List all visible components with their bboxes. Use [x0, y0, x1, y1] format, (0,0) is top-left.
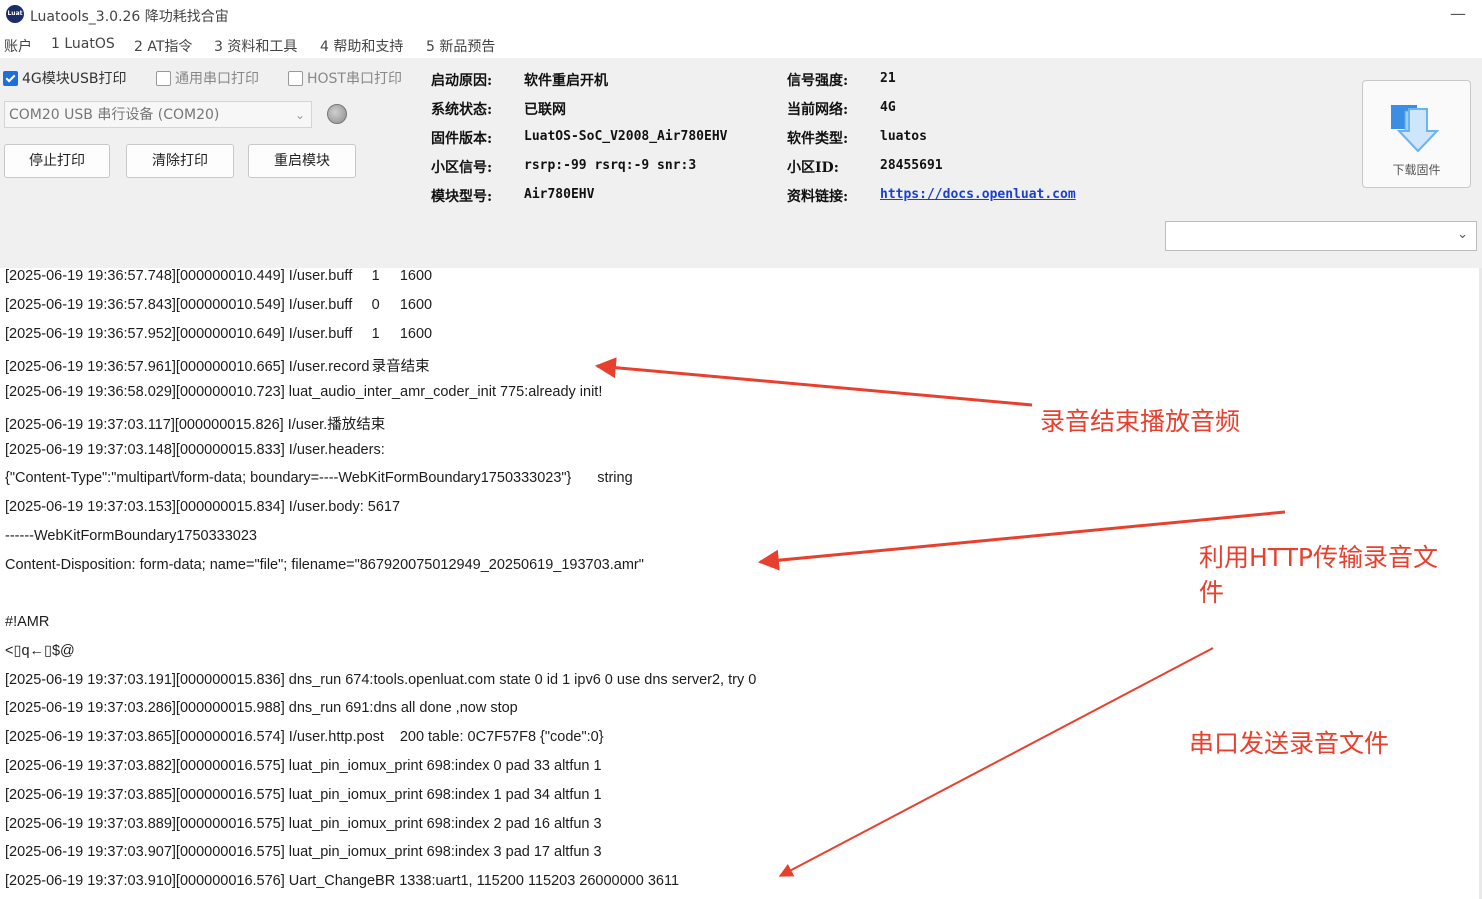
uart-print-checkbox[interactable]: 通用串口打印 [156, 68, 259, 88]
download-arrow-icon [1391, 105, 1440, 153]
chevron-down-icon: ⌄ [294, 108, 305, 122]
log-output[interactable]: [2025-06-19 19:36:57.748][000000010.449]… [0, 268, 1482, 899]
menu-at-commands[interactable]: 2 AT指令 [134, 36, 192, 56]
log-line: [2025-06-19 19:37:03.148][000000015.833]… [5, 442, 385, 458]
firmware-value: LuatOS-SoC_V2008_Air780EHV [524, 129, 728, 144]
log-line: [2025-06-19 19:37:03.910][000000016.576]… [5, 873, 680, 889]
app-logo: Luat [6, 5, 24, 23]
menu-resources-tools[interactable]: 3 资料和工具 [214, 36, 297, 56]
log-line: {"Content-Type":"multipart\/form-data; b… [5, 470, 633, 486]
software-type-value: luatos [880, 129, 927, 144]
annotation-uart-send: 串口发送录音文件 [1189, 729, 1390, 758]
checkbox-unchecked-icon [288, 70, 303, 86]
window-title: Luatools_3.0.26 降功耗找合宙 [30, 9, 229, 25]
log-line: ------WebKitFormBoundary1750333023 [5, 528, 257, 544]
module-model-value: Air780EHV [524, 187, 595, 202]
log-line: [2025-06-19 19:36:57.843][000000010.549]… [5, 297, 433, 313]
system-status-value: 已联网 [524, 102, 566, 118]
com-port-value: COM20 USB 串行设备 (COM20) [9, 107, 220, 123]
uart-print-label: 通用串口打印 [175, 71, 259, 87]
checkbox-checked-icon [3, 70, 18, 86]
annotation-http-upload-line1: 利用HTTP传输录音文 [1199, 543, 1438, 572]
cell-id-label: 小区ID: [787, 160, 839, 176]
log-line: [2025-06-19 19:36:57.748][000000010.449]… [5, 268, 433, 284]
minimize-button[interactable]: — [1450, 4, 1466, 23]
menu-bar: 账户 1 LuatOS 2 AT指令 3 资料和工具 4 帮助和支持 5 新品预… [0, 31, 1482, 58]
docs-link[interactable]: https://docs.openluat.com [880, 187, 1076, 202]
download-firmware-button[interactable]: 下载固件 [1362, 80, 1471, 188]
host-print-label: HOST串口打印 [307, 71, 402, 87]
log-line: [2025-06-19 19:36:57.961][000000010.665]… [5, 359, 430, 375]
docs-link-label: 资料链接: [787, 189, 849, 205]
annotation-http-upload-line2: 件 [1199, 578, 1225, 607]
log-line: [2025-06-19 19:37:03.865][000000016.574]… [5, 729, 604, 745]
system-status-label: 系统状态: [431, 102, 493, 118]
module-model-label: 模块型号: [431, 189, 493, 205]
cell-id-value: 28455691 [880, 158, 943, 173]
log-line: [2025-06-19 19:37:03.907][000000016.575]… [5, 844, 602, 860]
menu-luatos[interactable]: 1 LuatOS [51, 36, 115, 52]
log-line: [2025-06-19 19:37:03.191][000000015.836]… [5, 672, 757, 688]
log-line: <▯q←▯$@ [5, 643, 75, 659]
log-line: [2025-06-19 19:36:58.029][000000010.723]… [5, 384, 603, 400]
clear-print-button[interactable]: 清除打印 [126, 144, 234, 178]
boot-reason-value: 软件重启开机 [524, 73, 608, 89]
log-line: [2025-06-19 19:37:03.882][000000016.575]… [5, 758, 602, 774]
restart-module-button[interactable]: 重启模块 [248, 144, 356, 178]
log-line: [2025-06-19 19:36:57.952][000000010.649]… [5, 326, 433, 342]
annotation-record-end: 录音结束播放音频 [1040, 407, 1241, 436]
network-value: 4G [880, 100, 896, 115]
menu-new-products[interactable]: 5 新品预告 [426, 36, 495, 56]
usb-print-label: 4G模块USB打印 [22, 71, 127, 87]
download-firmware-label: 下载固件 [1392, 163, 1441, 177]
stop-print-button[interactable]: 停止打印 [4, 144, 110, 178]
log-line: #!AMR [5, 614, 50, 630]
menu-help-support[interactable]: 4 帮助和支持 [320, 36, 403, 56]
status-led-icon [327, 104, 347, 124]
signal-strength-value: 21 [880, 71, 896, 86]
log-line: [2025-06-19 19:37:03.885][000000016.575]… [5, 787, 602, 803]
boot-reason-label: 启动原因: [431, 73, 493, 89]
log-line: [2025-06-19 19:37:03.117][000000015.826]… [5, 417, 386, 433]
checkbox-unchecked-icon [156, 70, 171, 86]
menu-account[interactable]: 账户 [4, 36, 32, 56]
title-bar: Luat Luatools_3.0.26 降功耗找合宙 — [0, 0, 1482, 30]
com-port-select[interactable]: COM20 USB 串行设备 (COM20) ⌄ [4, 101, 312, 128]
host-print-checkbox[interactable]: HOST串口打印 [288, 68, 402, 88]
usb-print-checkbox[interactable]: 4G模块USB打印 [3, 68, 127, 88]
firmware-label: 固件版本: [431, 131, 493, 147]
signal-strength-label: 信号强度: [787, 73, 849, 89]
software-type-label: 软件类型: [787, 131, 849, 147]
log-line: Content-Disposition: form-data; name="fi… [5, 557, 644, 573]
log-line: [2025-06-19 19:37:03.153][000000015.834]… [5, 499, 401, 515]
firmware-select[interactable]: ⌄ [1165, 221, 1477, 251]
cell-signal-label: 小区信号: [431, 160, 493, 176]
log-line: [2025-06-19 19:37:03.286][000000015.988]… [5, 700, 518, 716]
network-label: 当前网络: [787, 102, 849, 118]
log-line: [2025-06-19 19:37:03.889][000000016.575]… [5, 816, 602, 832]
chevron-down-icon: ⌄ [1457, 227, 1468, 242]
cell-signal-value: rsrp:-99 rsrq:-9 snr:3 [524, 158, 697, 173]
